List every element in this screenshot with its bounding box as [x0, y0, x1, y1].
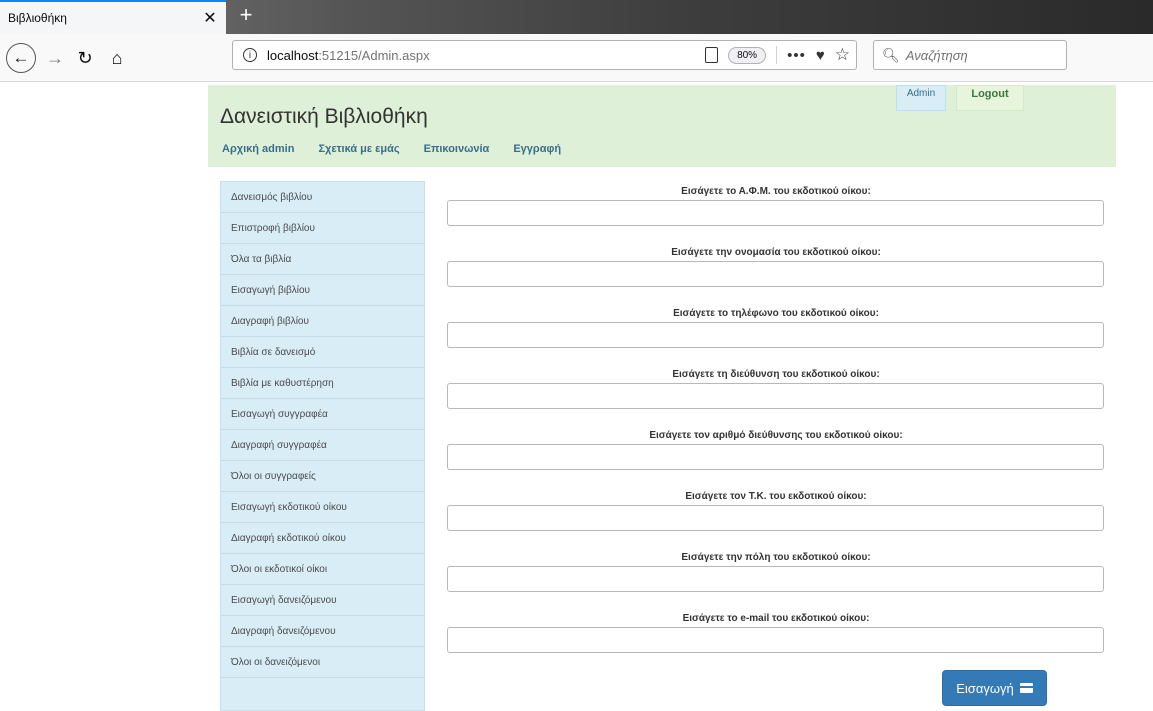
sidebar-item-all-authors[interactable]: Όλοι οι συγγραφείς	[221, 461, 424, 492]
email-label: Εισάγετε το e-mail του εκδοτικού οίκου:	[682, 613, 870, 624]
form-group-postal-code: Εισάγετε τον Τ.Κ. του εκδοτικού οίκου:	[447, 486, 1105, 547]
form-group-address: Εισάγετε τη διεύθυνση του εκδοτικού οίκο…	[447, 364, 1105, 425]
site-header: Δανειστική Βιβλιοθήκη Αρχική admin Σχετι…	[208, 85, 1116, 167]
browser-tab[interactable]: Βιβλιοθήκη ✕	[0, 0, 226, 34]
submit-button-label: Εισαγωγή	[956, 680, 1014, 696]
nav-link-about[interactable]: Σχετικά με εμάς	[318, 143, 399, 155]
new-tab-button[interactable]: +	[234, 4, 258, 28]
sidebar-item-delete-borrower[interactable]: Διαγραφή δανειζόμενου	[221, 616, 424, 647]
bookmark-star-icon[interactable]: ☆	[835, 45, 850, 65]
search-bar[interactable]: 🔍︎ Αναζήτηση	[873, 40, 1067, 70]
admin-sidebar: Δανεισμός βιβλίου Επιστροφή βιβλίου Όλα …	[220, 181, 425, 711]
sidebar-item-overdue-books[interactable]: Βιβλία με καθυστέρηση	[221, 368, 424, 399]
sidebar-item-delete-publisher[interactable]: Διαγραφή εκδοτικού οίκου	[221, 523, 424, 554]
form-group-afm: Εισάγετε το Α.Φ.Μ. του εκδοτικού οίκου:	[447, 181, 1105, 242]
back-arrow-icon[interactable]: ←	[6, 43, 36, 73]
more-icon[interactable]: •••	[787, 47, 806, 64]
form-group-email: Εισάγετε το e-mail του εκδοτικού οίκου:	[447, 608, 1105, 669]
tab-title: Βιβλιοθήκη	[8, 11, 67, 25]
top-navigation: Αρχική admin Σχετικά με εμάς Επικοινωνία…	[222, 143, 585, 155]
afm-input[interactable]	[447, 200, 1104, 226]
phone-label: Εισάγετε το τηλέφωνο του εκδοτικού οίκου…	[673, 308, 879, 319]
reader-view-icon[interactable]	[705, 47, 719, 63]
sidebar-item-add-borrower[interactable]: Εισαγωγή δανειζόμενου	[221, 585, 424, 616]
sidebar-item-all-books[interactable]: Όλα τα βιβλία	[221, 244, 424, 275]
form-group-name: Εισάγετε την ονομασία του εκδοτικού οίκο…	[447, 242, 1105, 303]
address-number-label: Εισάγετε τον αριθμό διεύθυνσης του εκδοτ…	[649, 430, 903, 441]
postal-code-input[interactable]	[447, 505, 1104, 531]
close-icon[interactable]: ✕	[202, 8, 218, 28]
address-label: Εισάγετε τη διεύθυνση του εκδοτικού οίκο…	[672, 369, 880, 380]
search-icon: 🔍︎	[882, 46, 900, 63]
sidebar-item-return-book[interactable]: Επιστροφή βιβλίου	[221, 213, 424, 244]
search-placeholder: Αναζήτηση	[905, 47, 968, 63]
credit-card-icon	[1019, 683, 1033, 693]
sidebar-item-add-book[interactable]: Εισαγωγή βιβλίου	[221, 275, 424, 306]
zoom-level[interactable]: 80%	[728, 46, 767, 64]
sidebar-item-delete-book[interactable]: Διαγραφή βιβλίου	[221, 306, 424, 337]
nav-link-contact[interactable]: Επικοινωνία	[424, 143, 490, 155]
phone-input[interactable]	[447, 322, 1104, 348]
page-content: Δανειστική Βιβλιοθήκη Αρχική admin Σχετι…	[0, 83, 1153, 711]
pocket-icon[interactable]: ♥	[816, 47, 825, 64]
logout-button[interactable]: Logout	[956, 85, 1024, 111]
name-input[interactable]	[447, 261, 1104, 287]
address-number-input[interactable]	[447, 444, 1104, 470]
sidebar-item-all-publishers[interactable]: Όλοι οι εκδοτικοί οίκοι	[221, 554, 424, 585]
sidebar-item-lent-books[interactable]: Βιβλία σε δανεισμό	[221, 337, 424, 368]
form-group-address-number: Εισάγετε τον αριθμό διεύθυνσης του εκδοτ…	[447, 425, 1105, 486]
home-icon[interactable]: ⌂	[104, 44, 130, 72]
admin-badge[interactable]: Admin	[896, 85, 946, 111]
form-group-city: Εισάγετε την πόλη του εκδοτικού οίκου:	[447, 547, 1105, 608]
nav-link-register[interactable]: Εγγραφή	[513, 143, 561, 155]
afm-label: Εισάγετε το Α.Φ.Μ. του εκδοτικού οίκου:	[681, 186, 871, 197]
postal-code-label: Εισάγετε τον Τ.Κ. του εκδοτικού οίκου:	[685, 491, 867, 502]
url-actions: 80% ••• ♥ ☆	[705, 45, 850, 65]
forward-arrow-icon[interactable]: →	[44, 44, 66, 72]
sidebar-item-delete-author[interactable]: Διαγραφή συγγραφέα	[221, 430, 424, 461]
url-path: :51215/Admin.aspx	[318, 47, 430, 63]
form-group-phone: Εισάγετε το τηλέφωνο του εκδοτικού οίκου…	[447, 303, 1105, 364]
url-host: localhost	[267, 47, 319, 63]
sidebar-item-add-author[interactable]: Εισαγωγή συγγραφέα	[221, 399, 424, 430]
browser-tab-strip: Βιβλιοθήκη ✕ +	[0, 0, 1153, 34]
name-label: Εισάγετε την ονομασία του εκδοτικού οίκο…	[671, 247, 881, 258]
address-input[interactable]	[447, 383, 1104, 409]
divider	[776, 46, 778, 64]
city-input[interactable]	[447, 566, 1104, 592]
city-label: Εισάγετε την πόλη του εκδοτικού οίκου:	[681, 552, 871, 563]
nav-link-admin-home[interactable]: Αρχική admin	[222, 143, 294, 155]
url-bar[interactable]: i localhost:51215/Admin.aspx 80% ••• ♥ ☆	[232, 40, 857, 70]
info-icon[interactable]: i	[243, 48, 257, 62]
email-input[interactable]	[447, 627, 1104, 653]
publisher-form: Εισάγετε το Α.Φ.Μ. του εκδοτικού οίκου: …	[447, 181, 1105, 669]
site-title: Δανειστική Βιβλιοθήκη	[220, 105, 428, 128]
submit-button[interactable]: Εισαγωγή	[942, 670, 1047, 706]
sidebar-item-add-publisher[interactable]: Εισαγωγή εκδοτικού οίκου	[221, 492, 424, 523]
sidebar-item-all-borrowers[interactable]: Όλοι οι δανειζόμενοι	[221, 647, 424, 678]
sidebar-item-lend-book[interactable]: Δανεισμός βιβλίου	[221, 182, 424, 213]
reload-icon[interactable]: ↻	[72, 44, 98, 72]
browser-toolbar: ← → ↻ ⌂ i localhost:51215/Admin.aspx 80%…	[0, 34, 1153, 82]
